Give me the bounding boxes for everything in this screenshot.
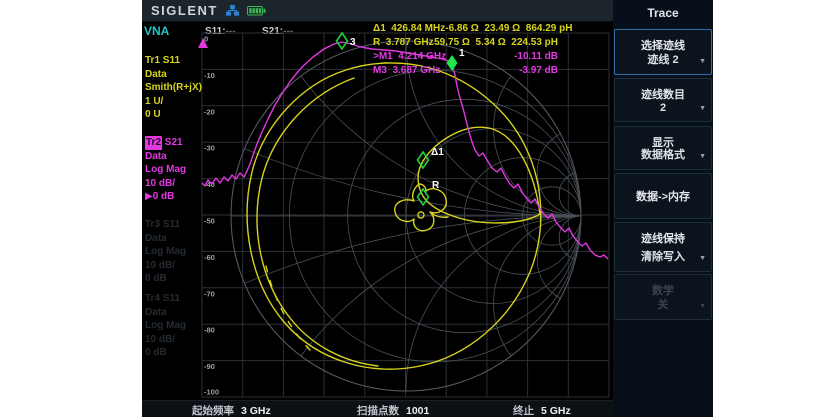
marker-readout-row: M3 3.687 GHz -3.97 dB: [373, 65, 558, 79]
marker-readout-id-freq: R 3.787 GHz: [373, 37, 434, 51]
menu-item-value: 数据格式: [615, 146, 711, 162]
trace-info-1[interactable]: Tr1 S11 DataSmith(R+jX)1 U/0 U: [145, 54, 202, 122]
marker-readout-values: -6.86 Ω 23.49 Ω 864.29 pH: [445, 23, 572, 37]
trace1-path-segment: [266, 266, 312, 352]
marker-readout-values: -10.11 dB: [514, 51, 558, 65]
menu-item-value: 关: [615, 296, 711, 312]
stop-frequency-label: 终止: [513, 405, 534, 417]
y-axis-tick-label: -90: [204, 362, 215, 371]
trace-detail-line: 10 dB/: [145, 177, 186, 191]
trace-detail-line: Data: [145, 232, 186, 246]
trace-info-4[interactable]: Tr4 S11 DataLog Mag10 dB/0 dB: [145, 292, 186, 360]
trace-detail-line: 10 dB/: [145, 333, 186, 347]
trace-title: Tr3 S11: [145, 218, 186, 232]
start-frequency-field[interactable]: 起始频率 3 GHz: [192, 403, 271, 417]
menu-item-label: 迹线保持: [615, 230, 711, 246]
trace-name: Tr1 S11: [145, 55, 180, 66]
y-axis-tick-label: -70: [204, 289, 215, 298]
stop-frequency-field[interactable]: 终止 5 GHz: [513, 403, 571, 417]
marker-3-label: 3: [350, 37, 356, 48]
chevron-down-icon: ▼: [699, 58, 706, 65]
y-axis-tick-label: -100: [204, 388, 219, 397]
sweep-points-field[interactable]: 扫描点数 1001: [357, 403, 429, 417]
sweep-points-value: 1001: [406, 405, 429, 417]
marker-readout-row: >M1 4.214 GHz -10.11 dB: [373, 51, 558, 65]
y-axis-tick-label: -60: [204, 253, 215, 262]
main-display-area: SIGLENT VNA S11:---S21:---: [142, 0, 613, 417]
marker-r-label: R: [432, 180, 440, 191]
marker-delta1-label: Δ1: [431, 147, 444, 158]
trace-detail-line: Smith(R+jX): [145, 81, 202, 95]
trace1-path-segment: [257, 78, 378, 366]
trace-active-chip: Tr2: [145, 136, 162, 150]
trace-name: Tr4 S11: [145, 293, 180, 304]
start-frequency-value: 3 GHz: [241, 405, 271, 417]
trace-detail-line: Log Mag: [145, 163, 186, 177]
vna-screen: SIGLENT VNA S11:---S21:---: [142, 0, 713, 417]
sweep-status-bar: 起始频率 3 GHz 扫描点数 1001 终止 5 GHz: [142, 400, 613, 417]
menu-item-display[interactable]: 显示数据格式▼: [614, 126, 712, 170]
chevron-down-icon: ▼: [699, 153, 706, 160]
chevron-down-icon: ▼: [699, 303, 706, 310]
marker-readout-id-freq: M3 3.687 GHz: [373, 65, 440, 79]
trace-detail-line: Data: [145, 150, 186, 164]
menu-item-trace-count[interactable]: 迹线数目2▼: [614, 78, 712, 122]
trace-detail-line: Data: [145, 68, 202, 82]
menu-header: Trace: [613, 0, 713, 27]
trace-detail-line: 1 U/: [145, 95, 202, 109]
menu-item-select-trace[interactable]: 选择迹线迹线 2▼: [614, 29, 712, 75]
chevron-down-icon: ▼: [699, 105, 706, 112]
marker-readout-row: Δ1 426.84 MHz-6.86 Ω 23.49 Ω 864.29 pH: [373, 23, 558, 37]
menu-item-math[interactable]: 数学关▼: [614, 274, 712, 320]
trace-detail-line: 0 U: [145, 108, 202, 122]
trace-detail-line: Log Mag: [145, 319, 186, 333]
menu-item-label: 迹线数目: [615, 86, 711, 102]
start-frequency-label: 起始频率: [192, 405, 234, 417]
trace-detail-line: Data: [145, 306, 186, 320]
stop-frequency-value: 5 GHz: [541, 405, 571, 417]
menu-title: Trace: [613, 6, 713, 20]
trace-info-2[interactable]: Tr2 S21DataLog Mag10 dB/▶0 dB: [145, 136, 186, 204]
marker-readout-id-freq: Δ1 426.84 MHz: [373, 23, 445, 37]
trace-title: Tr4 S11: [145, 292, 186, 306]
trace-detail-line: ▶0 dB: [145, 190, 186, 204]
marker-3-diamond[interactable]: [337, 33, 348, 49]
y-axis-tick-label: -20: [204, 107, 215, 116]
y-axis-tick-label: -50: [204, 217, 215, 226]
menu-item-value: 清除写入: [615, 248, 711, 264]
trace-detail-line: 0 dB: [145, 346, 186, 360]
trace1-path-segment: [418, 127, 540, 223]
sweep-points-label: 扫描点数: [357, 405, 399, 417]
marker-readout-values: -3.97 dB: [519, 65, 558, 79]
trace-title: Tr1 S11: [145, 54, 202, 68]
y-axis-tick-label: -30: [204, 144, 215, 153]
trace-menu: Trace 选择迹线迹线 2▼迹线数目2▼显示数据格式▼数据->内存迹线保持清除…: [613, 0, 713, 417]
menu-item-trace-hold[interactable]: 迹线保持清除写入▼: [614, 222, 712, 272]
trace-detail-line: Log Mag: [145, 245, 186, 259]
marker-readout-id-freq: >M1 4.214 GHz: [373, 51, 446, 65]
trace-info-3[interactable]: Tr3 S11 DataLog Mag10 dB/0 dB: [145, 218, 186, 286]
marker-readout-values: 59.75 Ω 5.34 Ω 224.53 pH: [434, 37, 558, 51]
menu-item-value: 2: [615, 102, 711, 114]
y-axis-tick-label: -80: [204, 326, 215, 335]
smith-reactance-arc: [494, 216, 614, 391]
trace-title: Tr2 S21: [145, 136, 186, 150]
menu-item-data-to-memory[interactable]: 数据->内存: [614, 173, 712, 219]
y-axis-tick-label: -10: [204, 71, 215, 80]
trace-name: S21: [162, 137, 183, 148]
menu-item-value: 迹线 2: [615, 51, 711, 67]
trace-detail-line: 10 dB/: [145, 259, 186, 273]
chevron-down-icon: ▼: [699, 255, 706, 262]
trace-detail-line: 0 dB: [145, 272, 186, 286]
marker-readout-row: R 3.787 GHz59.75 Ω 5.34 Ω 224.53 pH: [373, 37, 558, 51]
trace-name: Tr3 S11: [145, 219, 180, 230]
menu-item-label: 数据->内存: [636, 188, 690, 204]
